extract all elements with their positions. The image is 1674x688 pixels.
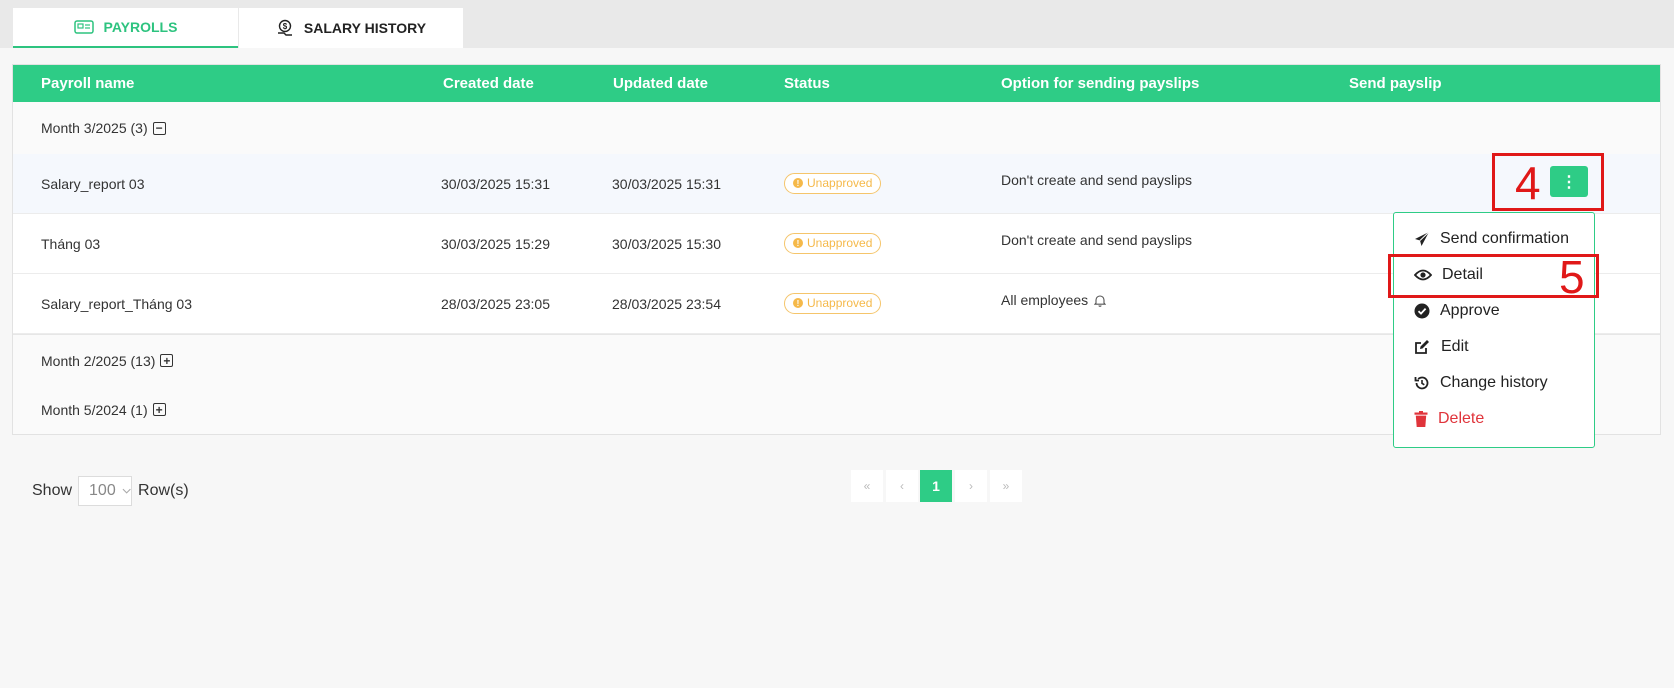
status-cell: ! Unapproved [784,154,882,213]
option-text: Don't create and send payslips [1001,172,1193,188]
rows-per-page: Show 100 Row(s) [32,476,189,506]
trash-icon [1414,411,1428,427]
menu-item-edit[interactable]: Edit [1414,338,1469,356]
col-option: Option for sending payslips [1001,75,1200,92]
payroll-name[interactable]: Tháng 03 [41,214,100,273]
menu-item-label: Approve [1440,302,1500,319]
rows-per-page-value: 100 [89,482,116,499]
page-prev-button[interactable]: ‹ [886,470,918,502]
menu-item-delete[interactable]: Delete [1414,410,1484,428]
bell-icon[interactable] [1094,294,1107,307]
col-status: Status [784,75,830,92]
tab-salary-history[interactable]: $ SALARY HISTORY [239,8,463,48]
payroll-name[interactable]: Salary_report_Tháng 03 [41,274,192,333]
menu-item-label: Edit [1441,338,1469,355]
rows-per-page-select[interactable]: 100 [78,476,133,506]
group-month-3-2025[interactable]: Month 3/2025 (3) − [13,102,1660,155]
info-icon: ! [793,178,803,188]
info-icon: ! [793,298,803,308]
group-title: Month 2/2025 (13) [41,352,156,369]
status-badge: ! Unapproved [784,233,882,254]
expand-icon[interactable]: + [160,354,174,367]
updated-date: 30/03/2025 15:30 [612,235,721,252]
paper-plane-icon [1415,231,1430,246]
row-actions-button[interactable]: ⋮ [1550,166,1588,197]
svg-text:$: $ [283,22,288,31]
col-updated-date: Updated date [613,75,709,92]
updated-date: 30/03/2025 15:31 [612,175,721,192]
collapse-icon[interactable]: − [152,121,166,135]
menu-item-send-confirmation[interactable]: Send confirmation [1414,230,1569,248]
created-date: 30/03/2025 15:31 [441,175,550,192]
payroll-card-icon [73,20,94,34]
kebab-icon: ⋮ [1561,173,1577,191]
status-badge: ! Unapproved [784,173,882,194]
info-icon: ! [793,238,803,248]
tab-payrolls[interactable]: PAYROLLS [13,8,238,48]
chevron-down-icon [122,488,131,494]
menu-item-label: Send confirmation [1440,230,1569,247]
check-circle-icon [1414,303,1430,319]
annotation-4: 4 [1515,157,1541,209]
show-label: Show [32,482,73,499]
col-created-date: Created date [443,75,534,92]
rows-label: Row(s) [138,482,189,499]
menu-item-label: Delete [1438,410,1485,427]
status-text: Unapproved [807,236,873,250]
page-last-button[interactable]: » [990,470,1022,502]
payroll-name[interactable]: Salary_report 03 [41,154,145,213]
option-cell: All employees [1001,274,1107,333]
updated-date: 28/03/2025 23:54 [612,295,721,312]
tab-salary-history-label: SALARY HISTORY [303,20,427,36]
created-date: 30/03/2025 15:29 [441,235,550,252]
status-text: Unapproved [807,176,873,190]
page-1-button[interactable]: 1 [920,470,952,502]
group-title: Month 5/2024 (1) [41,401,148,418]
annotation-5: 5 [1559,251,1585,303]
option-text: All employees [1001,292,1089,308]
table-header: Payroll name Created date Updated date S… [13,65,1660,102]
status-badge: ! Unapproved [784,293,882,314]
status-text: Unapproved [807,296,873,310]
menu-item-label: Change history [1440,374,1548,391]
page-next-button[interactable]: › [955,470,987,502]
edit-icon [1415,340,1429,354]
row-actions-menu: Send confirmation Detail Approve Edit Ch… [1393,212,1595,448]
page-first-button[interactable]: « [851,470,883,502]
expand-icon[interactable]: + [152,403,166,416]
tab-bar: PAYROLLS $ SALARY HISTORY [0,0,1674,48]
group-label: Month 2/2025 (13) + [41,335,174,386]
tab-payrolls-label: PAYROLLS [103,19,178,35]
table-row[interactable]: Salary_report 03 30/03/2025 15:31 30/03/… [13,154,1660,214]
status-cell: ! Unapproved [784,214,882,273]
col-payroll-name: Payroll name [41,75,135,92]
status-cell: ! Unapproved [784,274,882,333]
menu-item-change-history[interactable]: Change history [1414,374,1548,392]
option-text: Don't create and send payslips [1001,232,1193,248]
group-label: Month 5/2024 (1) + [41,385,166,434]
col-send-payslip: Send payslip [1349,75,1442,92]
group-label: Month 3/2025 (3) − [41,102,166,154]
history-icon [1414,376,1429,390]
group-title: Month 3/2025 (3) [41,120,148,136]
salary-history-icon: $ [277,19,292,36]
menu-item-approve[interactable]: Approve [1414,302,1500,320]
created-date: 28/03/2025 23:05 [441,295,550,312]
